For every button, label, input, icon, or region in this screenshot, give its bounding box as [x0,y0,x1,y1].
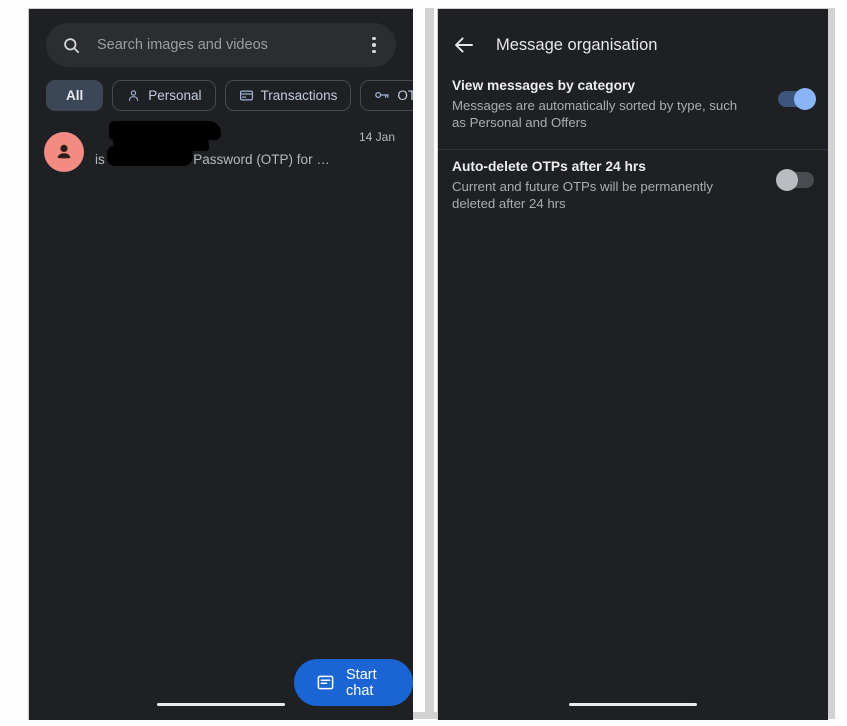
chip-otps[interactable]: OTPs [360,79,413,111]
person-icon [126,88,141,103]
setting-title: Auto-delete OTPs after 24 hrs [452,159,646,174]
screenshot-stage: All Personal [0,0,847,726]
search-icon [62,36,81,55]
search-bar[interactable] [46,23,396,67]
search-input[interactable] [97,37,360,53]
chip-transactions[interactable]: Transactions [224,79,352,111]
messages-panel: All Personal [28,8,413,720]
filter-chips: All Personal Transactions O [46,75,413,115]
chip-personal-label: Personal [148,87,202,103]
chip-personal[interactable]: Personal [112,79,216,111]
avatar [44,132,84,172]
settings-panel: Message organisation View messages by ca… [437,8,828,720]
start-chat-button[interactable]: Start chat [294,659,413,706]
toggle-knob [776,169,798,191]
toggle-knob [794,88,816,110]
setting-text: View messages by category Messages are a… [452,77,778,131]
page-title: Message organisation [496,35,658,54]
message-date: 14 Jan [358,130,395,144]
setting-title: View messages by category [452,78,636,93]
chip-otps-label: OTPs [397,87,413,103]
message-preview: is the One Time Password (OTP) for … [95,152,330,167]
toggle-auto-delete-otps[interactable] [776,169,814,191]
key-icon [374,87,390,103]
setting-auto-delete-otps[interactable]: Auto-delete OTPs after 24 hrs Current an… [438,158,828,212]
back-arrow-icon[interactable] [452,33,476,57]
chip-transactions-label: Transactions [260,87,338,103]
setting-description: Current and future OTPs will be permanen… [452,179,713,211]
chat-message-icon [316,673,335,692]
settings-header: Message organisation [438,21,828,69]
panel-gap-divider [425,8,434,719]
setting-text: Auto-delete OTPs after 24 hrs Current an… [452,158,778,212]
home-indicator [157,702,285,706]
message-content: is the One Time Password (OTP) for … [95,128,335,167]
setting-description: Messages are automatically sorted by typ… [452,98,738,130]
setting-view-by-category[interactable]: View messages by category Messages are a… [438,77,828,131]
message-sender [95,128,335,146]
home-indicator [569,702,697,706]
message-list-item[interactable]: is the One Time Password (OTP) for … 14 … [29,122,413,184]
chip-all-label: All [66,87,84,103]
settings-divider [438,149,828,150]
start-chat-label: Start chat [346,666,377,699]
chip-all[interactable]: All [46,79,104,111]
kebab-menu-icon[interactable] [360,28,388,62]
credit-card-icon [239,88,254,103]
right-edge-border [827,8,835,719]
toggle-view-by-category[interactable] [778,88,816,110]
